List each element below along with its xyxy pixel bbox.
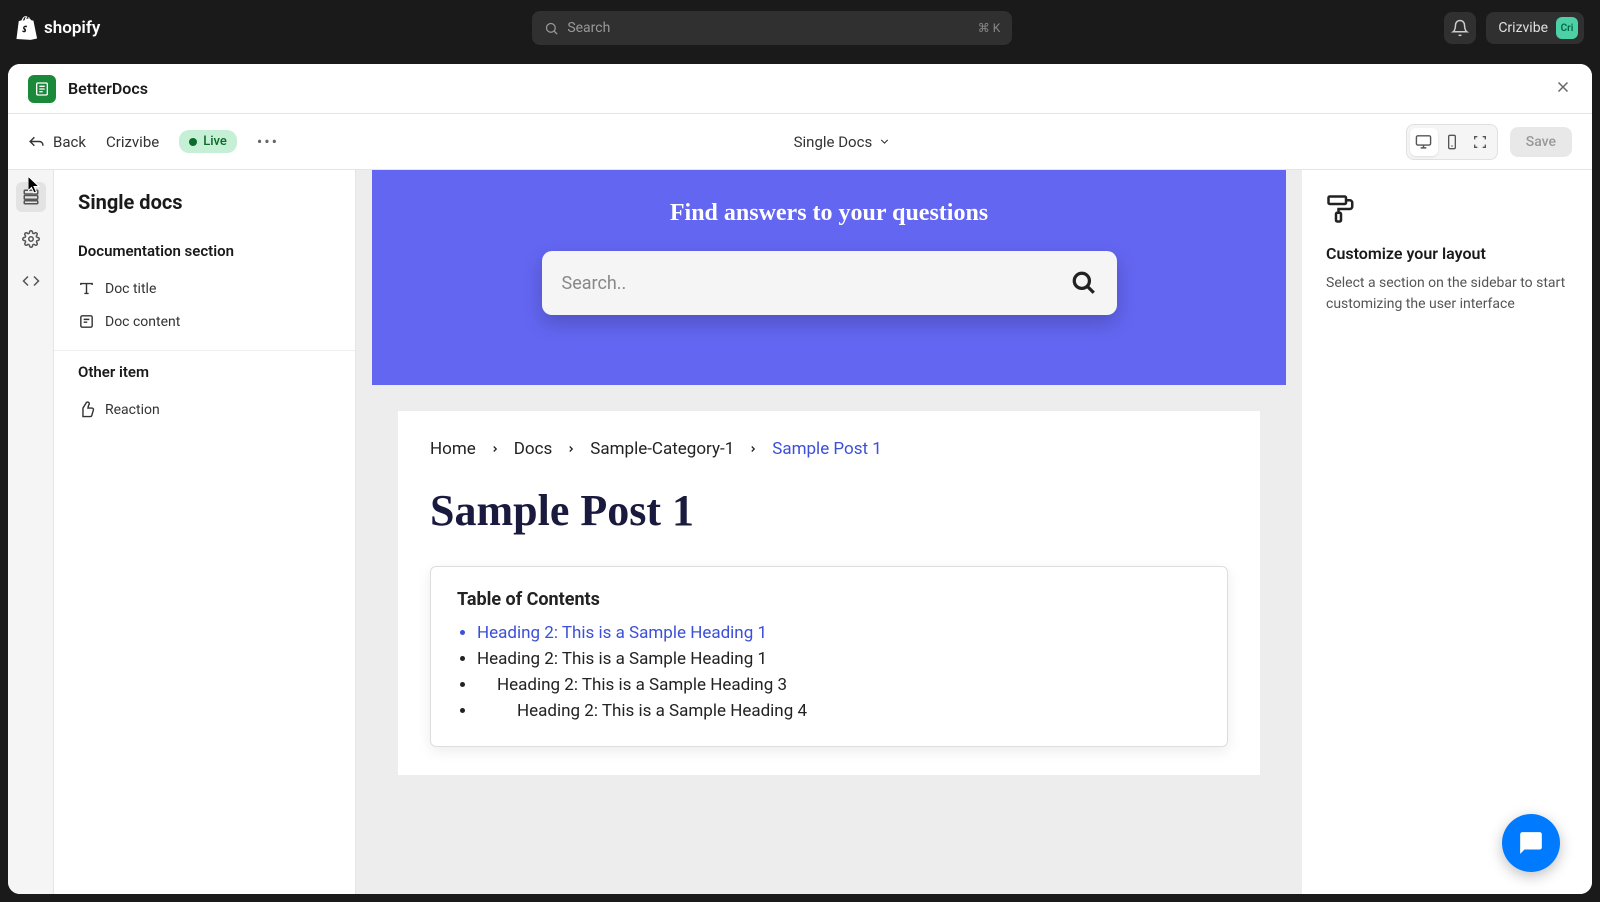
search-icon xyxy=(544,21,559,36)
rail-code[interactable] xyxy=(16,266,46,296)
toc-item[interactable]: Heading 2: This is a Sample Heading 3 xyxy=(477,672,1201,698)
bell-icon xyxy=(1451,19,1469,37)
preview-canvas: Find answers to your questions Search.. … xyxy=(356,170,1302,894)
sidebar-group-heading: Other item xyxy=(78,363,331,381)
crumb-current: Sample Post 1 xyxy=(772,439,882,459)
chevron-right-icon xyxy=(490,444,500,454)
editor-toolbar: Back Crizvibe Live ••• Single Docs Save xyxy=(8,114,1592,170)
chat-icon xyxy=(1518,830,1544,856)
post-title: Sample Post 1 xyxy=(430,485,1228,536)
chat-button[interactable] xyxy=(1502,814,1560,872)
app-panel: BetterDocs Back Crizvibe Live ••• Single… xyxy=(8,64,1592,894)
close-icon xyxy=(1554,78,1572,96)
expand-icon xyxy=(1472,134,1488,150)
right-panel-body: Select a section on the sidebar to start… xyxy=(1326,273,1568,315)
back-icon xyxy=(28,133,45,150)
viewport-mobile[interactable] xyxy=(1438,128,1466,156)
cursor-icon xyxy=(28,176,42,194)
search-placeholder: Search xyxy=(567,20,977,36)
back-button[interactable]: Back xyxy=(28,133,86,151)
sidebar-item-label: Doc title xyxy=(105,281,156,297)
preview-hero: Find answers to your questions Search.. xyxy=(372,170,1286,385)
hero-search-placeholder: Search.. xyxy=(562,273,1071,294)
preview-article: Home Docs Sample-Category-1 Sample Post … xyxy=(398,411,1260,775)
sidebar-item-reaction[interactable]: Reaction xyxy=(78,393,331,426)
sidebar-item-doc-title[interactable]: Doc title xyxy=(78,272,331,305)
sidebar-group-heading: Documentation section xyxy=(78,242,331,260)
search-shortcut: ⌘ K xyxy=(978,21,1001,35)
status-dot-icon xyxy=(189,138,197,146)
rail-settings[interactable] xyxy=(16,224,46,254)
crumb-docs[interactable]: Docs xyxy=(514,439,553,459)
toc-item[interactable]: Heading 2: This is a Sample Heading 4 xyxy=(477,698,1201,724)
crumb-category[interactable]: Sample-Category-1 xyxy=(590,439,734,459)
nav-rail xyxy=(8,170,54,894)
sidebar: Single docs Documentation section Doc ti… xyxy=(54,170,356,894)
type-icon xyxy=(78,280,95,297)
app-icon xyxy=(28,75,56,103)
thumb-icon xyxy=(78,401,95,418)
sidebar-item-label: Reaction xyxy=(105,402,160,418)
breadcrumb: Home Docs Sample-Category-1 Sample Post … xyxy=(430,439,1228,459)
toc-item[interactable]: Heading 2: This is a Sample Heading 1 xyxy=(477,646,1201,672)
panel-header: BetterDocs xyxy=(8,64,1592,114)
right-panel: Customize your layout Select a section o… xyxy=(1302,170,1592,894)
table-of-contents: Table of Contents Heading 2: This is a S… xyxy=(430,566,1228,747)
save-button[interactable]: Save xyxy=(1510,127,1572,157)
viewport-fullscreen[interactable] xyxy=(1466,128,1494,156)
page-selector[interactable]: Single Docs xyxy=(279,133,1406,151)
sidebar-title: Single docs xyxy=(54,190,355,230)
crumb-home[interactable]: Home xyxy=(430,439,476,459)
store-name[interactable]: Crizvibe xyxy=(106,133,159,151)
desktop-icon xyxy=(1415,133,1432,150)
page-selector-label: Single Docs xyxy=(794,133,873,151)
app-name: BetterDocs xyxy=(68,79,1554,98)
close-button[interactable] xyxy=(1554,78,1572,100)
chevron-down-icon xyxy=(878,135,891,148)
mobile-icon xyxy=(1444,134,1460,150)
toc-item[interactable]: Heading 2: This is a Sample Heading 1 xyxy=(477,620,1201,646)
hero-search[interactable]: Search.. xyxy=(542,251,1117,315)
viewport-desktop[interactable] xyxy=(1410,128,1438,156)
viewport-switcher xyxy=(1406,124,1498,160)
search-icon xyxy=(1071,270,1097,296)
sidebar-item-label: Doc content xyxy=(105,314,180,330)
user-menu[interactable]: Crizvibe Cri xyxy=(1486,12,1584,44)
shopify-bag-icon xyxy=(16,16,38,40)
note-icon xyxy=(78,313,95,330)
toc-title: Table of Contents xyxy=(457,589,1201,610)
chevron-right-icon xyxy=(566,444,576,454)
back-label: Back xyxy=(53,133,86,151)
shopify-wordmark: shopify xyxy=(44,18,100,38)
user-name: Crizvibe xyxy=(1498,20,1548,36)
code-icon xyxy=(22,272,40,290)
hero-title: Find answers to your questions xyxy=(372,200,1286,227)
paint-roller-icon xyxy=(1326,194,1356,224)
shopify-topbar: shopify Search ⌘ K Crizvibe Cri xyxy=(0,0,1600,56)
gear-icon xyxy=(22,230,40,248)
sidebar-item-doc-content[interactable]: Doc content xyxy=(78,305,331,338)
notifications-button[interactable] xyxy=(1444,12,1476,44)
right-panel-title: Customize your layout xyxy=(1326,244,1568,263)
shopify-logo[interactable]: shopify xyxy=(16,16,100,40)
status-label: Live xyxy=(203,134,227,149)
status-badge: Live xyxy=(179,130,237,153)
global-search[interactable]: Search ⌘ K xyxy=(532,11,1012,45)
more-menu[interactable]: ••• xyxy=(257,132,279,151)
chevron-right-icon xyxy=(748,444,758,454)
avatar: Cri xyxy=(1556,17,1578,39)
